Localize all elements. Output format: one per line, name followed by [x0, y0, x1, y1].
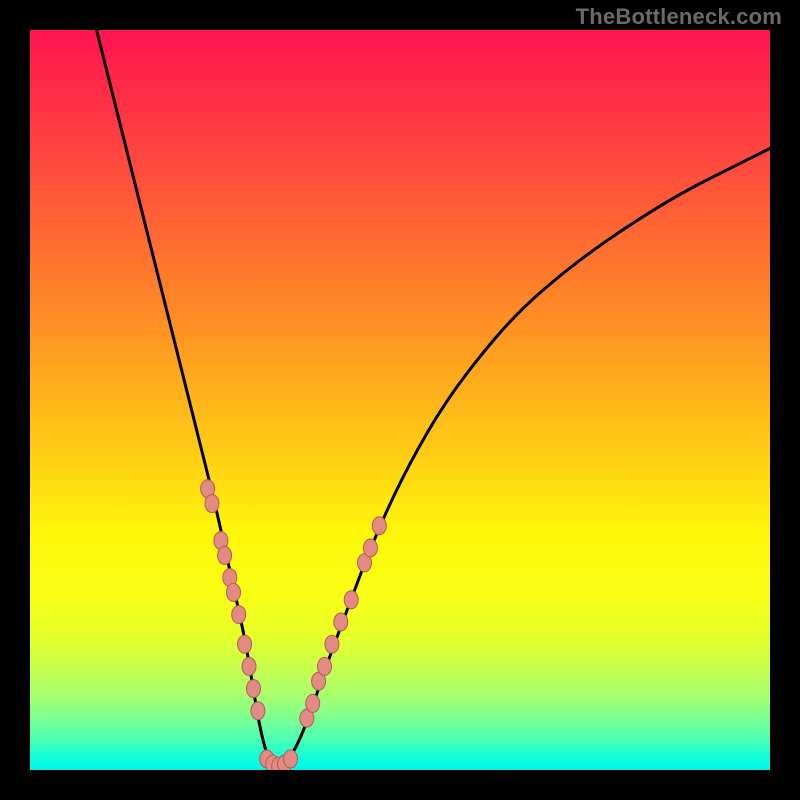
sample-marker [238, 635, 252, 653]
plot-area [30, 30, 770, 770]
sample-marker [318, 657, 332, 675]
sample-marker [325, 635, 339, 653]
sample-marker [363, 539, 377, 557]
sample-marker [218, 546, 232, 564]
markers-left-branch [201, 480, 265, 720]
sample-marker [247, 680, 261, 698]
sample-marker [344, 591, 358, 609]
sample-marker [306, 694, 320, 712]
watermark-text: TheBottleneck.com [576, 4, 782, 30]
sample-marker [227, 583, 241, 601]
sample-marker [232, 606, 246, 624]
sample-marker [372, 517, 386, 535]
curve-path-group [97, 30, 770, 770]
markers-right-branch [300, 517, 387, 727]
bottleneck-curve-svg [30, 30, 770, 770]
sample-marker [242, 657, 256, 675]
sample-marker [334, 613, 348, 631]
sample-marker [251, 702, 265, 720]
chart-frame: TheBottleneck.com [0, 0, 800, 800]
bottleneck-curve-path [97, 30, 770, 770]
sample-marker [284, 750, 298, 768]
markers-bottom [260, 750, 298, 770]
sample-marker [205, 495, 219, 513]
